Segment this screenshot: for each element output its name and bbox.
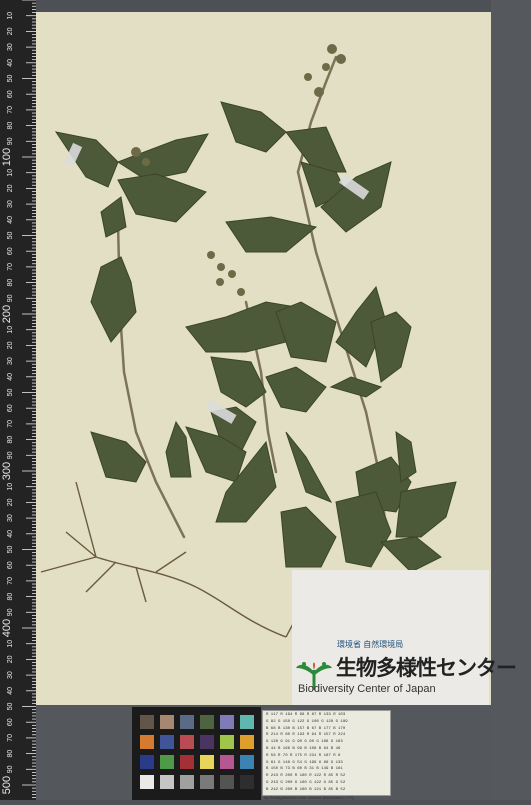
ruler-label: 30 xyxy=(7,357,14,365)
color-swatch xyxy=(240,715,254,729)
color-swatch xyxy=(180,755,194,769)
ruler-label: 100 xyxy=(1,148,13,166)
ruler-label: 20 xyxy=(7,341,14,349)
ruler-label: 50 xyxy=(7,389,14,397)
ruler-label: 60 xyxy=(7,247,14,255)
ruler-label: 70 xyxy=(7,734,14,742)
ruler-label: 40 xyxy=(7,530,14,538)
color-swatch xyxy=(160,755,174,769)
ruler-label: 500 xyxy=(1,776,13,794)
color-swatch xyxy=(140,775,154,789)
color-swatch xyxy=(160,735,174,749)
ruler-label: 80 xyxy=(7,750,14,758)
center-name-en: Biodiversity Center of Japan xyxy=(298,683,436,695)
color-swatch xyxy=(180,775,194,789)
ruler-label: 10 xyxy=(7,169,14,177)
ruler-label: 50 xyxy=(7,75,14,83)
ruler-label: 90 xyxy=(7,765,14,773)
ruler-label: 40 xyxy=(7,59,14,67)
color-swatch xyxy=(220,775,234,789)
color-value-row: B 242 B 200 B 160 B 121 B 85 B 52 xyxy=(266,787,346,792)
color-value-row: B 68 B 130 B 157 B 67 B 177 B 170 xyxy=(266,726,346,731)
color-swatch xyxy=(160,715,174,729)
color-swatch xyxy=(200,755,214,769)
ruler-label: 80 xyxy=(7,593,14,601)
ruler-label: 30 xyxy=(7,514,14,522)
color-swatch xyxy=(160,775,174,789)
color-table-caption: by GretagMacbeth color checker (illumina… xyxy=(264,795,354,800)
color-swatch xyxy=(200,715,214,729)
ruler-label: 30 xyxy=(7,200,14,208)
color-swatch xyxy=(220,755,234,769)
ruler-label: 50 xyxy=(7,546,14,554)
color-value-row: B 150 B 73 B 60 B 31 B 149 B 161 xyxy=(266,767,343,772)
stem-left xyxy=(116,220,186,539)
ruler-label: 10 xyxy=(7,640,14,648)
ruler-label: 30 xyxy=(7,671,14,679)
ruler-label: 80 xyxy=(7,122,14,130)
color-swatch xyxy=(220,735,234,749)
color-value-row: G 126 G 91 G 90 G 60 G 188 G 163 xyxy=(266,740,343,745)
ruler-label: 200 xyxy=(1,305,13,323)
ruler-label: 60 xyxy=(7,404,14,412)
color-swatch xyxy=(180,715,194,729)
color-swatch xyxy=(240,755,254,769)
color-swatch xyxy=(180,735,194,749)
ruler-label: 60 xyxy=(7,561,14,569)
ruler-label: 70 xyxy=(7,420,14,428)
ruler-label: 50 xyxy=(7,232,14,240)
org-name: 環境省 自然環境局 xyxy=(337,640,404,649)
color-value-row: R 243 R 200 R 160 R 122 R 85 R 52 xyxy=(266,774,346,779)
leaves xyxy=(54,101,457,573)
ruler-label: 10 xyxy=(7,326,14,334)
ruler-label: 90 xyxy=(7,294,14,302)
ruler-label: 10 xyxy=(7,12,14,20)
ruler-label: 40 xyxy=(7,687,14,695)
color-swatch xyxy=(200,775,214,789)
color-value-row: G 61 G 148 G 54 G 199 G 86 G 133 xyxy=(266,760,343,765)
color-swatch xyxy=(140,755,154,769)
ruler-label: 400 xyxy=(1,619,13,637)
color-value-row: R 117 R 194 R 98 R 87 R 133 R 103 xyxy=(266,713,346,717)
color-checker xyxy=(132,707,261,800)
top-frame xyxy=(36,0,491,12)
ruler-label: 80 xyxy=(7,279,14,287)
ruler: 10 20 30 40 50 60 70 80 90 100 10 20 30 40 50 60 70 80 90 2… xyxy=(0,0,36,800)
ruler-scale: 10 20 30 40 50 60 70 80 90 100 10 20 30 40 50 60 70 80 90 2… xyxy=(1,0,36,798)
ruler-label: 20 xyxy=(7,184,14,192)
ruler-label: 90 xyxy=(7,137,14,145)
institution-label: 環境省 自然環境局 生物多様性センター Biodiversity Center … xyxy=(292,570,517,705)
color-swatch xyxy=(240,775,254,789)
ruler-label: 30 xyxy=(7,43,14,51)
ruler-label: 40 xyxy=(7,373,14,381)
ruler-label: 20 xyxy=(7,655,14,663)
ruler-label: 40 xyxy=(7,216,14,224)
ruler-label: 70 xyxy=(7,577,14,585)
center-name-jp: 生物多様性センター xyxy=(336,656,517,680)
color-swatch xyxy=(140,735,154,749)
ruler-label: 60 xyxy=(7,718,14,726)
ruler-label: 20 xyxy=(7,498,14,506)
ruler-label: 80 xyxy=(7,436,14,444)
ruler-label: 50 xyxy=(7,703,14,711)
color-value-row: G 243 G 200 G 160 G 122 G 85 G 52 xyxy=(266,781,346,785)
color-swatch xyxy=(200,735,214,749)
color-swatch xyxy=(220,715,234,729)
color-value-row: B 44 B 166 B 99 B 108 B 64 B 46 xyxy=(266,747,341,751)
ruler-label: 70 xyxy=(7,263,14,271)
color-swatch xyxy=(240,735,254,749)
ruler-label: 60 xyxy=(7,90,14,98)
ruler-label: 90 xyxy=(7,608,14,616)
color-value-row: R 56 R 70 R 175 R 231 R 187 R 8 xyxy=(266,753,341,758)
ruler-label: 10 xyxy=(7,483,14,491)
color-value-row: R 214 R 80 R 193 R 94 R 157 R 224 xyxy=(266,733,346,738)
color-value-row: G 82 G 150 G 122 G 108 G 128 G 189 xyxy=(266,719,348,724)
ruler-label: 90 xyxy=(7,451,14,459)
ruler-label: 70 xyxy=(7,106,14,114)
color-swatch xyxy=(140,715,154,729)
color-value-table: R 117 R 194 R 98 R 87 R 133 R 103 G 82 G … xyxy=(262,710,391,796)
ruler-label: 300 xyxy=(1,462,13,480)
ruler-label: 20 xyxy=(7,27,14,35)
